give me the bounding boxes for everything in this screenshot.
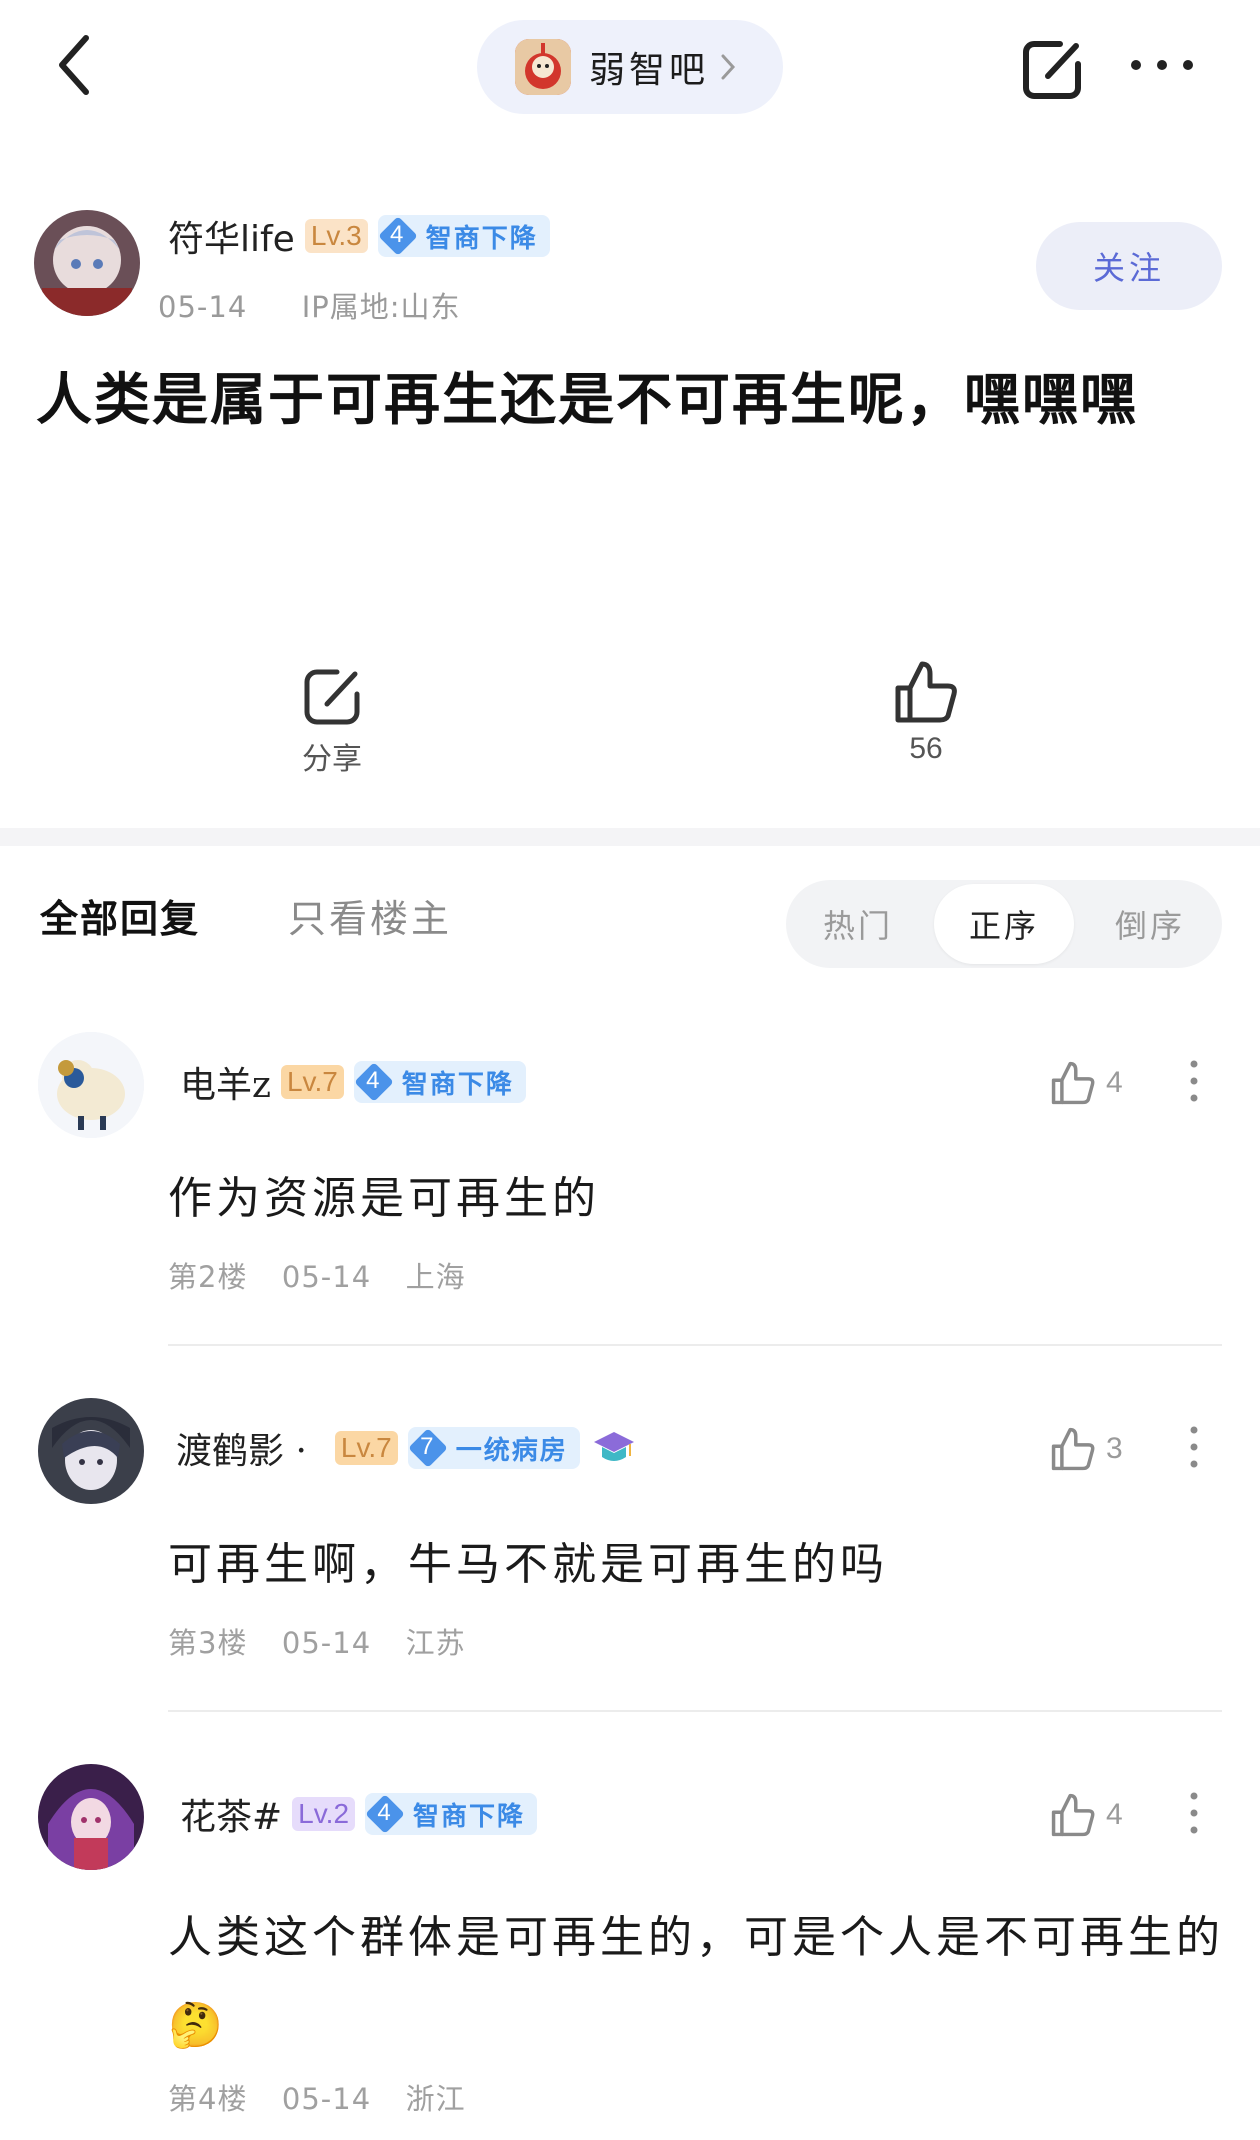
edit-icon — [1023, 41, 1081, 99]
comment-floor: 第2楼 — [168, 1260, 248, 1294]
op-meta: 05-14 IP属地:山东 — [158, 284, 461, 326]
comment-username[interactable]: 电羊z — [180, 1056, 271, 1108]
share-action[interactable]: 分享 — [282, 664, 382, 778]
sort-hot[interactable]: 热门 — [786, 880, 930, 968]
ip-location: IP属地:山东 — [301, 290, 461, 324]
comment-avatar[interactable] — [38, 1398, 144, 1504]
vertical-dots-icon — [1190, 1792, 1198, 1834]
comment-date: 05-14 — [281, 1626, 372, 1660]
rank-badge: 7 一统病房 — [407, 1427, 580, 1469]
thumbs-up-icon — [1051, 1427, 1095, 1471]
follow-button[interactable]: 关注 — [1036, 222, 1222, 310]
comment-floor: 第4楼 — [168, 2082, 248, 2116]
comment-avatar[interactable] — [38, 1032, 144, 1138]
comment-text: 作为资源是可再生的 — [168, 1173, 600, 1224]
comment-author-row: 渡鹤影 · Lv.7 7 一统病房 — [176, 1422, 636, 1474]
more-options-button[interactable] — [1126, 50, 1198, 80]
comment-text: 人类这个群体是可再生的，可是个人是不可再生的🤔 — [168, 1912, 1224, 2051]
forum-header-pill[interactable]: 弱智吧 — [477, 20, 783, 114]
like-count: 56 — [909, 732, 943, 765]
comment-more-button[interactable] — [1188, 1424, 1200, 1474]
comment-location: 浙江 — [405, 2082, 466, 2116]
comment-location: 江苏 — [405, 1626, 466, 1660]
tab-all-replies[interactable]: 全部回复 — [40, 888, 200, 943]
sort-toggle: 热门 正序 倒序 — [786, 880, 1222, 968]
forum-avatar-icon — [515, 39, 571, 95]
thumbs-up-icon — [1051, 1793, 1095, 1837]
comment-like-count: 3 — [1106, 1432, 1123, 1465]
comment-location: 上海 — [405, 1260, 466, 1294]
comment-like-count: 4 — [1106, 1066, 1123, 1099]
rank-diamond-icon: 7 — [407, 1428, 448, 1468]
rank-title: 一统病房 — [455, 1435, 568, 1466]
comment-meta: 第4楼 05-14 浙江 — [168, 2076, 466, 2118]
section-divider — [0, 828, 1260, 846]
comment-floor: 第3楼 — [168, 1626, 248, 1660]
graduation-cap-icon — [593, 1432, 634, 1461]
thumbs-up-icon — [1051, 1061, 1095, 1105]
comment-date: 05-14 — [281, 1260, 372, 1294]
sort-descending[interactable]: 倒序 — [1078, 880, 1222, 968]
op-name-row: 符华life Lv.3 4 智商下降 — [168, 210, 550, 262]
comment-like-button[interactable]: 3 — [1048, 1424, 1123, 1474]
op-avatar[interactable] — [34, 210, 140, 316]
rank-title: 智商下降 — [413, 1801, 526, 1832]
comment-text: 可再生啊，牛马不就是可再生的吗 — [168, 1539, 888, 1590]
like-action[interactable]: 56 — [876, 656, 976, 766]
comment-divider — [168, 1344, 1222, 1346]
vertical-dots-icon — [1190, 1426, 1198, 1468]
level-badge: Lv.2 — [292, 1797, 356, 1831]
comment-like-count: 4 — [1106, 1798, 1123, 1831]
back-arrow-icon — [59, 35, 89, 95]
comment-more-button[interactable] — [1188, 1058, 1200, 1108]
sort-ascending[interactable]: 正序 — [934, 884, 1074, 964]
comment-username[interactable]: 渡鹤影 · — [176, 1422, 307, 1474]
rank-badge: 4 智商下降 — [365, 1793, 538, 1835]
level-badge: Lv.7 — [280, 1065, 344, 1099]
more-dots-icon — [1131, 60, 1193, 70]
share-label: 分享 — [302, 742, 362, 777]
rank-diamond-icon: 4 — [354, 1062, 394, 1102]
comment-username[interactable]: 花茶# — [180, 1788, 282, 1840]
comment-like-button[interactable]: 4 — [1048, 1790, 1123, 1840]
rank-diamond-icon: 4 — [365, 1794, 405, 1834]
comment-author-row: 电羊z Lv.7 4 智商下降 — [180, 1056, 526, 1108]
edit-button[interactable] — [1020, 36, 1086, 102]
back-button[interactable] — [48, 30, 108, 100]
chevron-right-icon — [721, 54, 736, 80]
comment-avatar[interactable] — [38, 1764, 144, 1870]
level-badge: Lv.3 — [304, 219, 368, 253]
rank-badge: 4 智商下降 — [377, 215, 550, 257]
forum-name: 弱智吧 — [589, 50, 710, 91]
comment-like-button[interactable]: 4 — [1048, 1058, 1123, 1108]
thumbs-up-icon — [895, 661, 957, 723]
comment-divider — [168, 1710, 1222, 1712]
rank-title: 智商下降 — [425, 223, 538, 254]
op-username[interactable]: 符华life — [168, 210, 295, 262]
post-date: 05-14 — [158, 290, 248, 324]
comment-meta: 第2楼 05-14 上海 — [168, 1254, 466, 1296]
comment-date: 05-14 — [281, 2082, 372, 2116]
comment-more-button[interactable] — [1188, 1790, 1200, 1840]
level-badge: Lv.7 — [334, 1431, 398, 1465]
post-title: 人类是属于可再生还是不可再生呢，嘿嘿嘿 — [36, 367, 1138, 433]
vertical-dots-icon — [1190, 1060, 1198, 1102]
comment-author-row: 花茶# Lv.2 4 智商下降 — [180, 1788, 538, 1840]
comment-meta: 第3楼 05-14 江苏 — [168, 1620, 466, 1662]
rank-diamond-icon: 4 — [377, 216, 418, 256]
rank-title: 智商下降 — [401, 1069, 514, 1100]
share-icon — [304, 669, 360, 725]
tab-op-only[interactable]: 只看楼主 — [288, 888, 452, 943]
rank-badge: 4 智商下降 — [353, 1061, 526, 1103]
